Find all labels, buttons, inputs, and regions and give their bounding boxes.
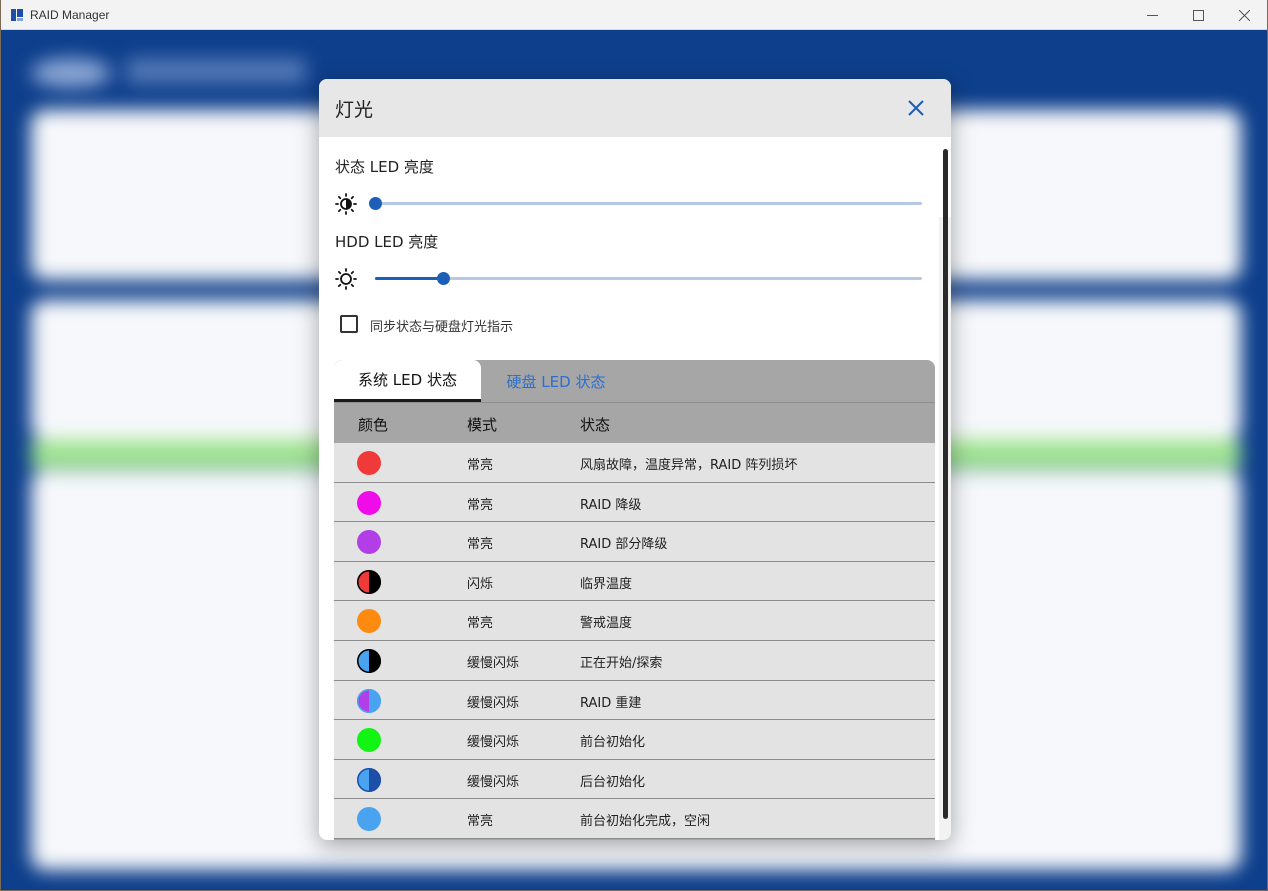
led-color-swatch — [357, 569, 381, 594]
title-bar: RAID Manager — [1, 0, 1267, 30]
table-row: 常亮 RAID 降级 — [334, 482, 935, 523]
led-color-swatch — [357, 609, 381, 634]
led-color-swatch — [357, 530, 381, 555]
row-state: RAID 重建 — [580, 695, 642, 711]
row-mode: 闪烁 — [467, 576, 494, 592]
row-mode: 常亮 — [467, 616, 494, 632]
column-header-mode: 模式 — [467, 416, 498, 434]
tab-system-led[interactable]: 系统 LED 状态 — [334, 360, 481, 402]
dialog-body: 状态 LED 亮度 HDD LED 亮度 同步状态与硬盘灯光指示 系统 LED … — [319, 137, 951, 840]
minimize-button[interactable] — [1129, 0, 1175, 30]
maximize-icon — [1192, 9, 1204, 21]
column-header-state: 状态 — [580, 416, 611, 434]
row-mode: 缓慢闪烁 — [467, 655, 520, 671]
row-mode: 缓慢闪烁 — [467, 695, 520, 711]
dialog-scrollbar[interactable] — [943, 149, 948, 819]
led-color-swatch — [357, 688, 381, 713]
row-state: 风扇故障，温度异常，RAID 阵列损坏 — [580, 458, 798, 473]
led-color-swatch — [357, 728, 381, 753]
sync-checkbox-label: 同步状态与硬盘灯光指示 — [370, 320, 514, 335]
row-mode: 常亮 — [467, 458, 494, 473]
brightness-half-icon — [335, 193, 357, 215]
led-color-swatch — [357, 767, 381, 792]
slider-track — [375, 277, 922, 280]
lighting-dialog: 灯光 状态 LED 亮度 HDD LED 亮度 同步状态与硬盘灯光指示 系统 L… — [319, 79, 951, 840]
led-status-panel: 系统 LED 状态 硬盘 LED 状态 颜色 模式 状态 常亮 风扇故障，温度异常… — [334, 360, 935, 840]
window-title: RAID Manager — [30, 7, 110, 22]
hdd-led-label: HDD LED 亮度 — [335, 233, 439, 251]
table-row: 闪烁 临界温度 — [334, 561, 935, 602]
table-header: 颜色 模式 状态 — [334, 403, 935, 443]
row-mode: 缓慢闪烁 — [467, 735, 520, 751]
bg-logo-icon — [31, 58, 111, 88]
app-logo-icon — [11, 8, 23, 21]
row-state: 临界温度 — [580, 576, 633, 592]
close-icon — [1238, 9, 1250, 21]
dialog-close-button[interactable] — [907, 99, 925, 117]
row-state: 正在开始/探索 — [580, 655, 663, 671]
app-window: RAID Manager 灯光 状态 LED 亮度 HDD LED 亮度 同步状… — [1, 0, 1267, 890]
row-state: 后台初始化 — [580, 774, 646, 790]
slider-fill — [375, 277, 444, 280]
status-led-slider[interactable] — [369, 193, 922, 215]
row-mode: 常亮 — [467, 537, 494, 553]
slider-thumb[interactable] — [369, 197, 382, 210]
row-mode: 缓慢闪烁 — [467, 774, 520, 790]
row-state: RAID 部分降级 — [580, 537, 668, 553]
led-color-swatch — [357, 648, 381, 673]
table-row: 缓慢闪烁 后台初始化 — [334, 759, 935, 800]
table-row: 常亮 警戒温度 — [334, 601, 935, 641]
row-mode: 常亮 — [467, 497, 494, 513]
maximize-button[interactable] — [1175, 0, 1221, 30]
table-row: 缓慢闪烁 RAID 重建 — [334, 680, 935, 721]
window-controls — [1129, 0, 1267, 30]
dialog-header: 灯光 — [319, 79, 951, 137]
row-state: 警戒温度 — [580, 616, 633, 632]
bg-logo-wordmark — [126, 58, 306, 84]
led-status-table-body: 常亮 风扇故障，温度异常，RAID 阵列损坏 常亮 RAID 降级 常亮 RAID 部分降… — [334, 443, 935, 839]
row-mode: 常亮 — [467, 814, 494, 830]
sync-checkbox[interactable] — [340, 315, 358, 333]
table-row: 缓慢闪烁 正在开始/探索 — [334, 640, 935, 681]
slider-thumb[interactable] — [437, 272, 451, 285]
column-header-color: 颜色 — [358, 416, 389, 434]
row-state: 前台初始化完成，空闲 — [580, 814, 711, 830]
brightness-icon — [335, 268, 357, 290]
table-row: 常亮 风扇故障，温度异常，RAID 阵列损坏 — [334, 443, 935, 483]
dialog-title: 灯光 — [335, 98, 374, 121]
window-close-button[interactable] — [1221, 0, 1267, 30]
led-color-swatch — [357, 490, 381, 515]
led-color-swatch — [357, 807, 381, 832]
row-state: 前台初始化 — [580, 735, 646, 751]
table-row: 缓慢闪烁 前台初始化 — [334, 720, 935, 760]
tab-hdd-led[interactable]: 硬盘 LED 状态 — [481, 360, 631, 402]
table-row: 常亮 前台初始化完成，空闲 — [334, 799, 935, 839]
table-row: 常亮 RAID 部分降级 — [334, 522, 935, 562]
status-led-label: 状态 LED 亮度 — [335, 158, 434, 176]
minimize-icon — [1146, 14, 1158, 16]
led-color-swatch — [357, 451, 381, 475]
hdd-led-slider[interactable] — [375, 268, 922, 290]
close-icon — [908, 100, 924, 116]
slider-track — [375, 202, 922, 205]
row-state: RAID 降级 — [580, 497, 642, 513]
